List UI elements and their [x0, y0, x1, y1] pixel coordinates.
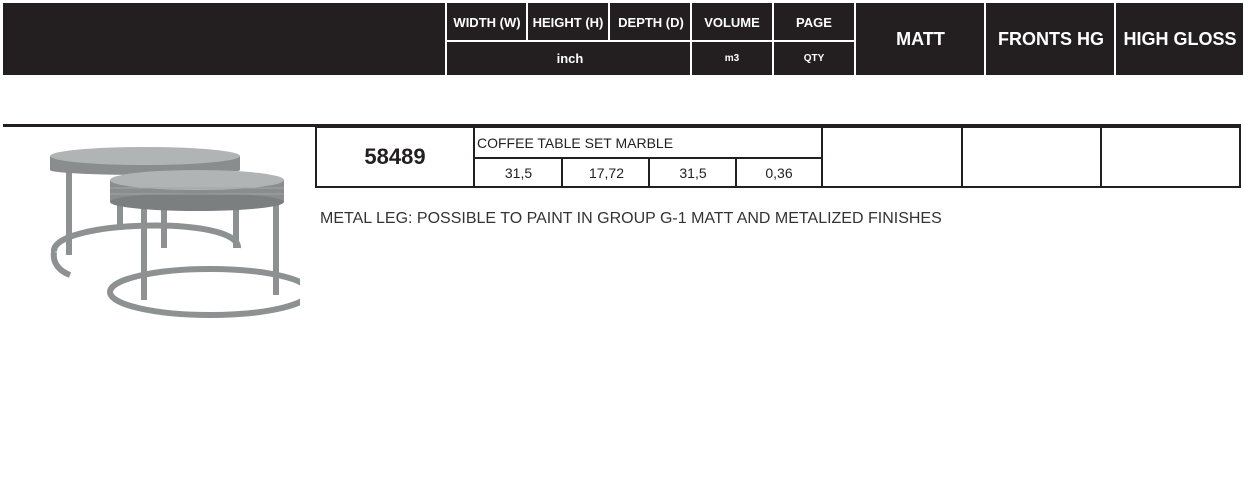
height-value: 17,72 — [588, 164, 625, 181]
volume-header: VOLUME — [704, 14, 760, 30]
depth-value: 31,5 — [679, 164, 707, 181]
unit-inch: inch — [556, 50, 584, 66]
matt-cell — [821, 126, 963, 188]
unit-m3: m3 — [724, 52, 740, 64]
height-header: HEIGHT (H) — [532, 14, 604, 30]
product-image — [50, 147, 300, 318]
product-code-cell: 58489 — [315, 126, 475, 188]
product-code: 58489 — [364, 144, 426, 169]
product-name: COFFEE TABLE SET MARBLE — [477, 135, 674, 151]
width-value: 31,5 — [504, 164, 533, 181]
high-gloss-cell — [1100, 126, 1241, 188]
depth-header: DEPTH (D) — [618, 14, 684, 30]
product-details: COFFEE TABLE SET MARBLE 31,5 17,72 31,5 … — [473, 126, 823, 188]
unit-qty: QTY — [803, 52, 825, 64]
product-note: METAL LEG: POSSIBLE TO PAINT IN GROUP G-… — [320, 210, 942, 227]
page-header: PAGE — [796, 14, 832, 30]
matt-header: MATT — [896, 28, 945, 49]
fronts-hg-cell — [961, 126, 1102, 188]
table-header: WIDTH (W) HEIGHT (H) DEPTH (D) VOLUME PA… — [3, 3, 1243, 75]
width-header: WIDTH (W) — [453, 14, 521, 30]
volume-text: 0,36 — [765, 164, 793, 181]
volume-value: 0,36 — [737, 159, 821, 186]
fronts-hg-header: FRONTS HG — [998, 28, 1104, 49]
high-gloss-header: HIGH GLOSS — [1123, 28, 1237, 49]
